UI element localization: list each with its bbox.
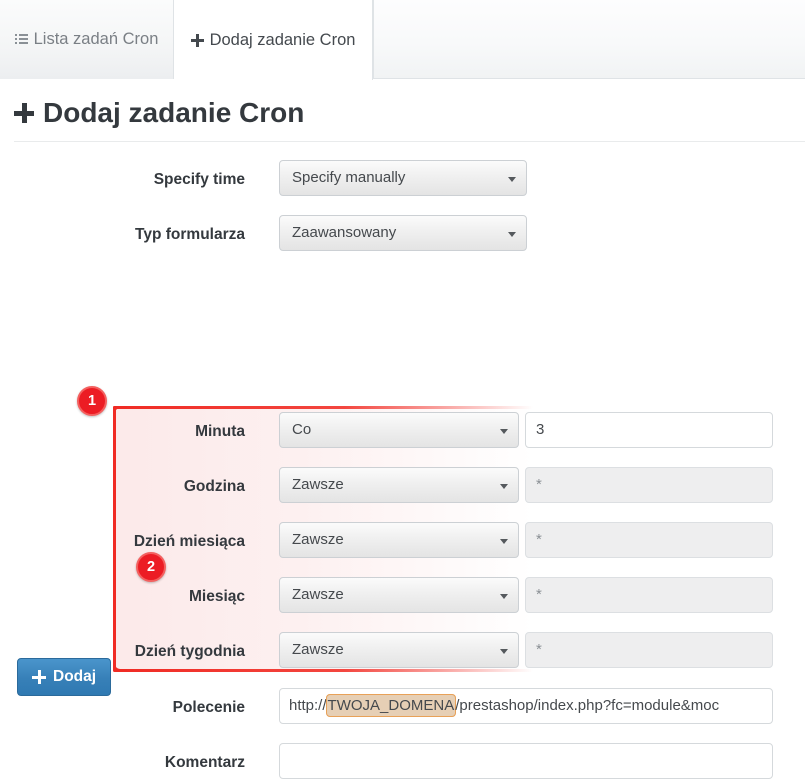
form-row-komentarz: Komentarz <box>0 743 805 783</box>
godzina-select-value: Zawsze <box>292 476 344 493</box>
dzien-miesiaca-label: Dzień miesiąca <box>133 533 245 550</box>
form-row-miesiac: Miesiąc Zawsze * <box>0 577 805 617</box>
chevron-down-icon <box>508 177 516 182</box>
page-title: Dodaj zadanie Cron <box>14 97 304 129</box>
form-row-specify-time: Specify time Specify manually <box>0 160 805 200</box>
form-type-label: Typ formularza <box>135 226 245 243</box>
form-row-form-type: Typ formularza Zaawansowany <box>0 215 805 255</box>
dzien-tygodnia-select-value: Zawsze <box>292 641 344 658</box>
miesiac-label: Miesiąc <box>188 588 245 605</box>
miesiac-select-value: Zawsze <box>292 586 344 603</box>
form-type-select[interactable]: Zaawansowany <box>279 215 527 251</box>
form-row-godzina: Godzina Zawsze * <box>0 467 805 507</box>
annotation-badge-2: 2 <box>136 552 166 582</box>
dzien-miesiaca-select[interactable]: Zawsze <box>279 522 519 558</box>
godzina-input: * <box>525 467 773 503</box>
form-type-value: Zaawansowany <box>292 224 397 241</box>
add-button[interactable]: Dodaj <box>17 658 112 696</box>
page-title-text: Dodaj zadanie Cron <box>43 97 305 128</box>
dzien-tygodnia-input: * <box>525 632 773 668</box>
minuta-label: Minuta <box>195 423 245 440</box>
specify-time-value: Specify manually <box>292 169 406 186</box>
komentarz-input[interactable] <box>279 743 773 779</box>
minuta-select-value: Co <box>292 421 312 438</box>
form-row-dzien-miesiaca: Dzień miesiąca Zawsze * <box>0 522 805 562</box>
form-row-minuta: Minuta Co 3 <box>0 412 805 452</box>
specify-time-select[interactable]: Specify manually <box>279 160 527 196</box>
tab-bar: Lista zadań Cron Dodaj zadanie Cron <box>0 0 805 80</box>
godzina-label: Godzina <box>183 478 245 495</box>
tab-dodaj-zadanie-cron-label: Dodaj zadanie Cron <box>209 30 356 49</box>
plus-icon <box>190 33 204 47</box>
komentarz-label: Komentarz <box>164 754 245 771</box>
form-row-dzien-tygodnia: Dzień tygodnia Zawsze * <box>0 632 805 672</box>
dzien-tygodnia-select[interactable]: Zawsze <box>279 632 519 668</box>
dzien-miesiaca-input: * <box>525 522 773 558</box>
polecenie-input[interactable]: http://TWOJA_DOMENA/prestashop/index.php… <box>279 688 773 724</box>
cron-fields-highlight-top-border <box>113 406 533 409</box>
polecenie-url-placeholder: TWOJA_DOMENA <box>325 694 457 717</box>
chevron-down-icon <box>500 484 508 489</box>
tab-lista-zadan-cron-label: Lista zadań Cron <box>33 30 159 48</box>
plus-icon <box>32 670 46 684</box>
polecenie-url-suffix: /prestashop/index.php?fc=module&moc <box>455 697 720 714</box>
specify-time-label: Specify time <box>153 171 245 188</box>
list-icon <box>14 33 28 46</box>
miesiac-input: * <box>525 577 773 613</box>
chevron-down-icon <box>508 232 516 237</box>
plus-icon <box>14 103 34 123</box>
dzien-miesiaca-select-value: Zawsze <box>292 531 344 548</box>
chevron-down-icon <box>500 594 508 599</box>
add-button-label: Dodaj <box>53 668 97 685</box>
annotation-badge-1: 1 <box>77 386 107 416</box>
title-divider <box>14 141 805 142</box>
chevron-down-icon <box>500 649 508 654</box>
chevron-down-icon <box>500 429 508 434</box>
tab-bar-filler <box>373 0 805 79</box>
chevron-down-icon <box>500 539 508 544</box>
tab-dodaj-zadanie-cron[interactable]: Dodaj zadanie Cron <box>174 0 373 80</box>
polecenie-url-prefix: http:// <box>289 697 327 714</box>
godzina-select[interactable]: Zawsze <box>279 467 519 503</box>
minuta-select[interactable]: Co <box>279 412 519 448</box>
miesiac-select[interactable]: Zawsze <box>279 577 519 613</box>
minuta-input[interactable]: 3 <box>525 412 773 448</box>
tab-lista-zadan-cron[interactable]: Lista zadań Cron <box>0 0 174 79</box>
form-row-polecenie: Polecenie http://TWOJA_DOMENA/prestashop… <box>0 688 805 728</box>
